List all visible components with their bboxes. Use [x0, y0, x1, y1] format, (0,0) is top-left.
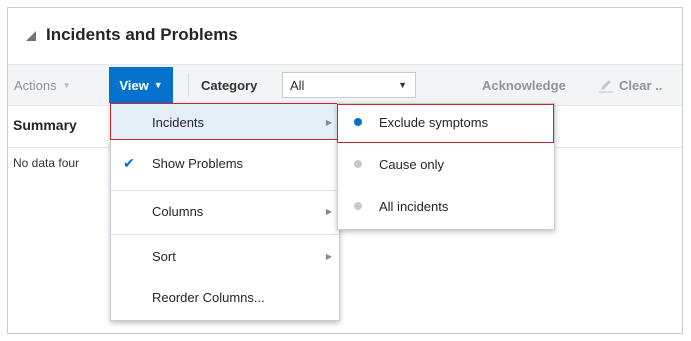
incidents-highlight-box [110, 103, 338, 140]
menu-item-label: Show Problems [152, 155, 244, 171]
radio-unselected-icon [354, 202, 362, 210]
submenu-item-label: Cause only [379, 156, 445, 172]
category-label: Category [201, 77, 258, 93]
clear-button[interactable]: Clear .. [598, 65, 662, 105]
radio-unselected-icon [354, 160, 362, 168]
pencil-icon [599, 80, 613, 93]
actions-label: Actions [14, 77, 57, 93]
toolbar-divider [188, 73, 189, 97]
caret-down-icon: ▼ [153, 80, 163, 90]
no-data-message: No data four [13, 156, 80, 170]
checkmark-icon: ✔ [123, 154, 135, 171]
clear-label: Clear .. [619, 77, 663, 93]
panel-title: Incidents and Problems [46, 25, 238, 44]
menu-item-sort[interactable]: Sort ▶ [111, 238, 339, 274]
caret-down-icon: ▼ [398, 80, 407, 90]
submenu-item-cause-only[interactable]: Cause only [338, 146, 554, 182]
view-menu-button[interactable]: View ▼ [109, 67, 173, 103]
summary-column-header[interactable]: Summary [8, 105, 118, 145]
acknowledge-button[interactable]: Acknowledge [482, 65, 566, 105]
category-value: All [290, 77, 305, 93]
toolbar: Actions ▼ View ▼ Category All ▼ Acknowle… [8, 64, 682, 106]
menu-item-label: Sort [152, 248, 176, 264]
submenu-item-all-incidents[interactable]: All incidents [338, 188, 554, 224]
menu-divider [111, 190, 339, 191]
submenu-arrow-icon: ▶ [325, 251, 332, 261]
caret-down-icon: ▼ [62, 80, 71, 90]
collapse-triangle-icon[interactable] [25, 30, 37, 42]
menu-divider [111, 234, 339, 235]
exclude-symptoms-highlight-box [337, 104, 554, 143]
menu-item-reorder-columns[interactable]: Reorder Columns... [111, 279, 339, 315]
menu-item-columns[interactable]: Columns ▶ [111, 193, 339, 229]
menu-item-label: Columns [152, 203, 204, 219]
submenu-arrow-icon: ▶ [325, 206, 332, 216]
panel-header: Incidents and Problems [8, 8, 682, 58]
view-label: View [119, 77, 149, 93]
menu-item-label: Reorder Columns... [152, 289, 265, 305]
submenu-item-label: All incidents [379, 198, 449, 214]
actions-menu-button[interactable]: Actions ▼ [14, 65, 71, 105]
category-select[interactable]: All ▼ [282, 72, 416, 98]
menu-item-show-problems[interactable]: ✔ Show Problems [111, 145, 339, 181]
